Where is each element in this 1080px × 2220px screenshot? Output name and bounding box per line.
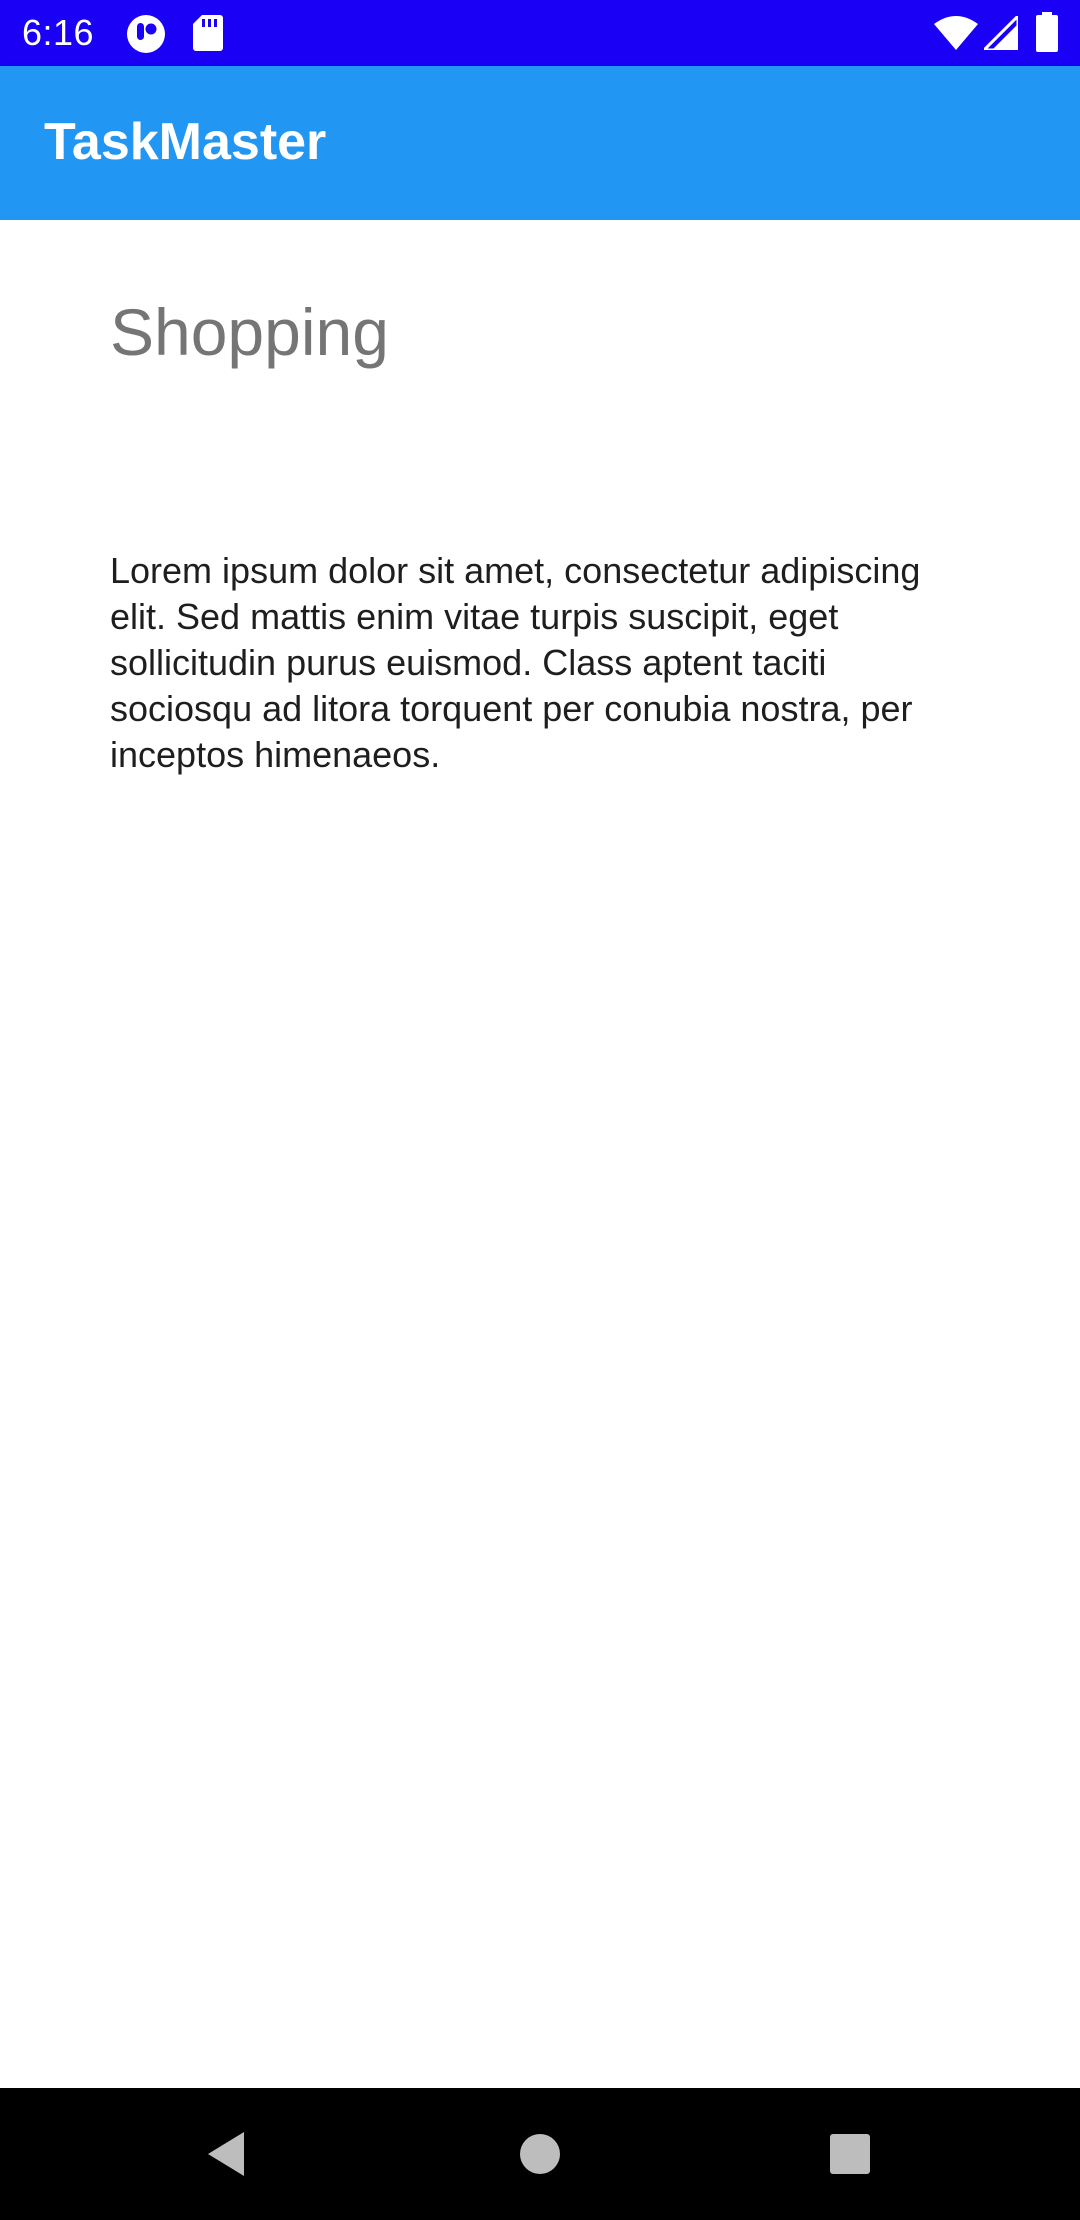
notification-app-icon xyxy=(127,15,165,53)
back-button[interactable] xyxy=(166,2088,286,2220)
task-title: Shopping xyxy=(110,295,389,369)
status-bar: 6:16 xyxy=(0,0,1080,66)
recents-button[interactable] xyxy=(790,2088,910,2220)
back-icon xyxy=(208,2132,244,2176)
wifi-icon xyxy=(934,16,978,50)
battery-icon xyxy=(1036,12,1058,52)
task-detail: Shopping Lorem ipsum dolor sit amet, con… xyxy=(0,220,1080,2088)
home-button[interactable] xyxy=(480,2088,600,2220)
navigation-bar xyxy=(0,2088,1080,2220)
status-time: 6:16 xyxy=(22,12,95,53)
recents-icon xyxy=(830,2134,870,2174)
home-icon xyxy=(520,2134,560,2174)
cell-signal-icon xyxy=(984,16,1018,50)
task-description: Lorem ipsum dolor sit amet, consectetur … xyxy=(110,550,921,775)
app-title: TaskMaster xyxy=(44,113,327,171)
app-bar: TaskMaster xyxy=(0,66,1080,220)
sd-card-icon xyxy=(193,15,223,51)
